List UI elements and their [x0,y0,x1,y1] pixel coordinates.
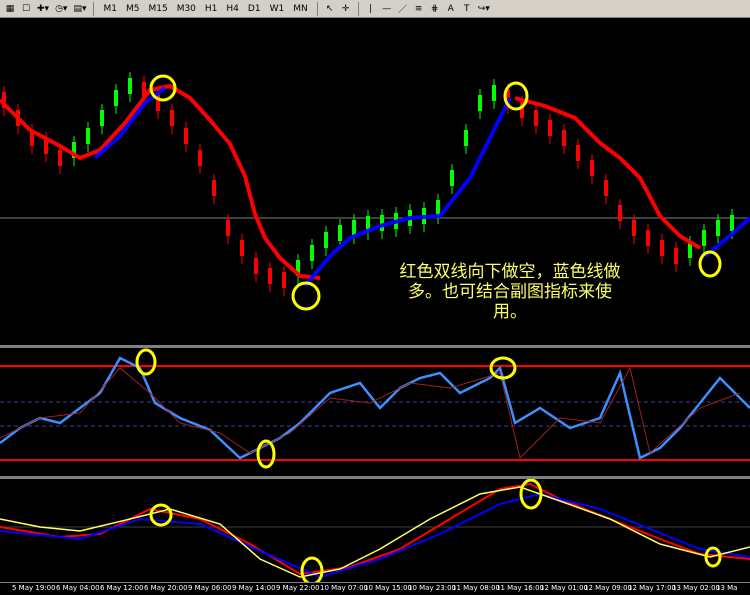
candle-body [632,220,636,236]
timeframe-m30[interactable]: M30 [173,2,200,16]
candle-body [226,220,230,236]
cursor-icon[interactable]: ↖ [323,2,337,16]
time-axis-label: 10 May 23:00 [408,584,457,592]
new-chart-icon[interactable]: ▦ [3,2,17,16]
candle-body [618,205,622,221]
fibonacci-icon[interactable]: ⋕ [428,2,442,16]
ma-red-line [0,83,321,280]
candle-body [324,232,328,248]
candle-body [198,150,202,166]
candle-body [268,268,272,284]
candle-body [86,128,90,144]
timeframes: M1 M5 M15 M30 H1 H4 D1 W1 MN [99,2,311,16]
candle-body [478,95,482,111]
time-axis-label: 12 May 17:00 [628,584,677,592]
candle-body [114,90,118,106]
candle-body [184,128,188,144]
oscillator-blue-line [0,356,750,460]
timeframe-d1[interactable]: D1 [244,2,265,16]
vertical-line-icon[interactable]: | [364,2,378,16]
time-axis-label: 13 May 02:00 [672,584,721,592]
timeframe-m15[interactable]: M15 [144,2,171,16]
candle-body [464,130,468,146]
timeframe-m1[interactable]: M1 [99,2,121,16]
horizontal-line-icon[interactable]: — [380,2,394,16]
time-axis-label: 6 May 12:00 [100,584,144,592]
label-tool-icon[interactable]: T [460,2,474,16]
time-axis-label: 9 May 22:00 [276,584,320,592]
candle-body [282,272,286,288]
text-tool-icon[interactable]: A [444,2,458,16]
timeframe-h1[interactable]: H1 [201,2,222,16]
toolbar: ▦ ☐ ✚▾ ◷▾ ▤▾ M1 M5 M15 M30 H1 H4 D1 W1 MN ↖ ✛ | … [0,0,750,18]
candle-body [240,240,244,256]
candle-body [590,160,594,176]
chart-window-icon[interactable]: ☐ [19,2,33,16]
candle-body [562,130,566,146]
templates-icon[interactable]: ▤▾ [71,2,88,16]
timeframe-w1[interactable]: W1 [266,2,289,16]
annotation-line: 多。也可结合副图指标来使 [408,282,612,302]
candle-body [646,230,650,246]
candle-body [254,258,258,274]
add-indicator-icon[interactable]: ✚▾ [35,2,51,16]
period-icon[interactable]: ◷▾ [53,2,69,16]
time-axis-label: 11 May 16:00 [496,584,545,592]
time-axis-label: 6 May 04:00 [56,584,100,592]
timeframe-m5[interactable]: M5 [122,2,144,16]
timeframe-h4[interactable]: H4 [222,2,243,16]
candle-body [100,110,104,126]
candle-body [576,145,580,161]
macd-yellow-line [0,486,750,578]
arrows-icon[interactable]: ↪▾ [476,2,492,16]
candle-body [380,215,384,231]
highlight-circle [135,348,157,376]
channel-icon[interactable]: ≡ [412,2,426,16]
annotation-line: 用。 [493,302,527,322]
annotation-line: 红色双线向下做空，蓝色线做 [399,262,621,282]
macd-panel [0,479,750,582]
timeframe-mn[interactable]: MN [289,2,312,16]
ma-red-line-2 [514,96,702,250]
annotation-text: 红色双线向下做空，蓝色线做 多。也可结合副图指标来使 用。 [340,262,680,322]
time-axis-label: 12 May 09:00 [584,584,633,592]
time-axis: 5 May 19:00 6 May 04:00 6 May 12:00 6 May 2… [0,582,750,595]
candle-body [604,180,608,196]
highlight-circle [149,503,173,527]
candle-body [58,150,62,166]
candle-body [702,230,706,246]
candle-body [310,245,314,261]
candle-body [128,78,132,94]
candle-body [212,180,216,196]
candle-body [352,220,356,236]
crosshair-icon[interactable]: ✛ [339,2,353,16]
candle-body [660,240,664,256]
time-axis-label: 12 May 01:00 [540,584,589,592]
highlight-circle [698,250,722,278]
trendline-icon[interactable]: ／ [396,2,410,16]
candle-body [492,85,496,101]
candle-body [548,120,552,136]
candle-body [170,110,174,126]
time-axis-label: 9 May 14:00 [232,584,276,592]
time-axis-label: 10 May 07:00 [320,584,369,592]
candle-body [730,215,734,231]
time-axis-label: 10 May 15:00 [364,584,413,592]
macd-blue-line [0,492,750,579]
ma-blue-line-2 [303,97,512,288]
time-axis-label: 6 May 20:00 [144,584,188,592]
time-axis-label: 13 Ma [716,584,738,592]
candle-body [338,225,342,241]
time-axis-label: 11 May 08:00 [452,584,501,592]
time-axis-label: 5 May 19:00 [12,584,56,592]
candle-body [450,170,454,186]
candle-body [716,220,720,236]
ma-blue-line-3 [703,216,750,258]
time-axis-label: 9 May 06:00 [188,584,232,592]
oscillator-panel [0,348,750,469]
candle-body [534,110,538,126]
highlight-circle [291,281,321,311]
